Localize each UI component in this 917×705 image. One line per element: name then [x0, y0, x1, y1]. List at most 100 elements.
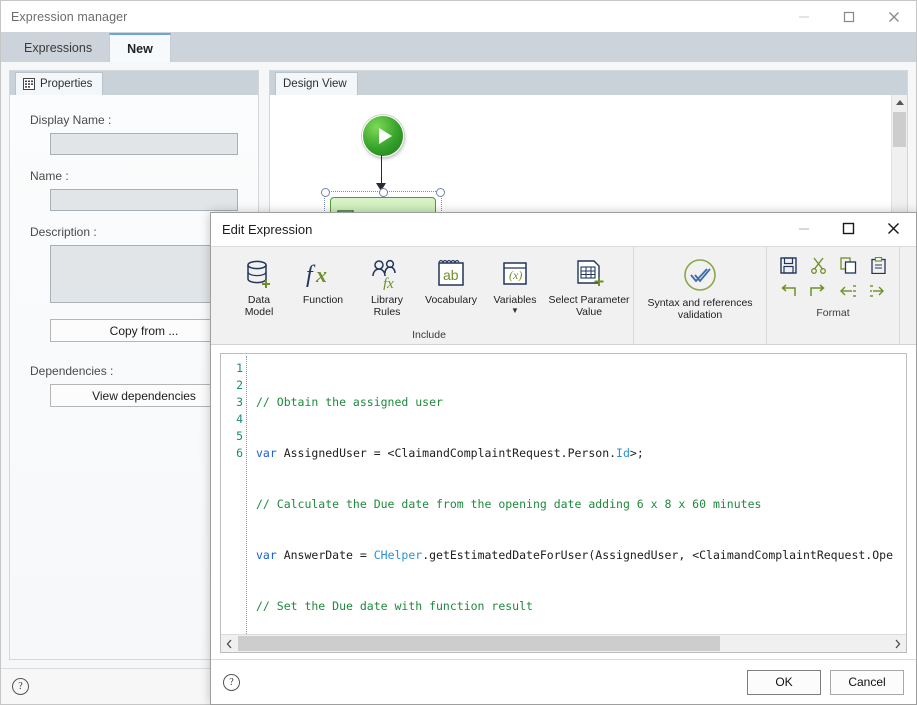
- svg-text:(x): (x): [509, 268, 522, 282]
- display-name-label: Display Name :: [30, 113, 112, 127]
- play-start-icon: [379, 128, 392, 144]
- tab-properties[interactable]: Properties: [15, 72, 104, 95]
- app-root: Expression manager Expressions New Prope…: [0, 0, 917, 705]
- code-segment: CHelper: [373, 548, 423, 562]
- svg-text:f: f: [306, 262, 316, 288]
- help-icon[interactable]: ?: [12, 678, 29, 695]
- function-button[interactable]: f x Function: [291, 254, 355, 306]
- scroll-thumb[interactable]: [238, 636, 720, 651]
- data-model-icon: [242, 254, 276, 294]
- ok-button[interactable]: OK: [747, 669, 821, 695]
- code-segment: // Obtain the assigned user: [256, 395, 443, 409]
- redo-icon: [810, 284, 825, 296]
- cancel-button[interactable]: Cancel: [830, 669, 904, 695]
- code-segment: .getEstimatedDateForUser(AssignedUser, <…: [422, 548, 893, 562]
- line-number: 1: [236, 361, 243, 375]
- resize-handle-nw[interactable]: [321, 188, 330, 197]
- tab-new[interactable]: New: [109, 33, 171, 62]
- dialog-maximize-button[interactable]: [826, 213, 871, 244]
- start-node[interactable]: [362, 115, 404, 157]
- minimize-button[interactable]: [781, 1, 826, 32]
- resize-handle-n[interactable]: [379, 188, 388, 197]
- paste-button[interactable]: [870, 256, 887, 279]
- library-rules-button[interactable]: fx Library Rules: [355, 254, 419, 318]
- dialog-footer: ? OK Cancel: [211, 659, 916, 704]
- dialog-title: Edit Expression: [222, 222, 313, 237]
- syntax-validation-check-icon: [680, 257, 720, 297]
- undo-button[interactable]: [779, 284, 797, 304]
- save-button[interactable]: [779, 257, 797, 279]
- line-number: 4: [236, 412, 243, 426]
- design-view-tabstrip: Design View: [270, 71, 907, 95]
- code-line: var AnswerDate = CHelper.getEstimatedDat…: [256, 547, 906, 564]
- chevron-down-icon[interactable]: ▼: [511, 306, 519, 315]
- cut-button[interactable]: [810, 257, 827, 279]
- tab-expressions[interactable]: Expressions: [7, 33, 110, 62]
- chevron-left-icon: [226, 639, 232, 648]
- vocabulary-label-1: Vocabulary: [425, 294, 477, 306]
- main-window-title: Expression manager: [11, 9, 128, 24]
- line-number-gutter: 1 2 3 4 5 6: [221, 354, 247, 634]
- tab-new-label: New: [127, 41, 153, 56]
- maximize-icon: [842, 222, 855, 235]
- select-parameter-value-label-1: Select Parameter: [548, 294, 630, 306]
- chevron-right-icon: [895, 639, 901, 648]
- gutter-separator: [246, 356, 247, 634]
- code-segment: // Set the Due date with function result: [256, 599, 533, 613]
- maximize-button[interactable]: [826, 1, 871, 32]
- dialog-minimize-button[interactable]: [781, 213, 826, 244]
- undo-icon: [781, 284, 796, 296]
- ribbon-group-include: Data Model f x Function fx Library Rules…: [211, 247, 633, 344]
- editing-buttons: Find And Replace: [908, 247, 916, 329]
- outdent-icon: [840, 285, 856, 297]
- ribbon-group-validation: Syntax and references validation: [633, 247, 766, 344]
- syntax-validation-button[interactable]: Syntax and references validation: [636, 257, 764, 321]
- variables-label-1: Variables: [493, 294, 537, 306]
- resize-handle-ne[interactable]: [436, 188, 445, 197]
- scroll-thumb[interactable]: [893, 112, 906, 147]
- dialog-close-button[interactable]: [871, 213, 916, 244]
- include-buttons: Data Model f x Function fx Library Rules…: [227, 247, 631, 329]
- tab-properties-label: Properties: [40, 78, 93, 90]
- redo-button[interactable]: [809, 284, 827, 304]
- line-number: 3: [236, 395, 243, 409]
- copy-button[interactable]: [839, 257, 857, 279]
- tab-design-view[interactable]: Design View: [275, 72, 358, 95]
- indent-button[interactable]: [869, 284, 887, 304]
- name-input[interactable]: [50, 189, 238, 211]
- select-parameter-value-label-2: Value: [575, 306, 603, 318]
- find-and-replace-button[interactable]: Find And Replace: [908, 254, 916, 318]
- select-parameter-value-button[interactable]: Select Parameter Value: [547, 254, 631, 318]
- outdent-button[interactable]: [839, 284, 857, 304]
- minimize-icon: [798, 227, 809, 230]
- format-group-label: Format: [816, 307, 850, 319]
- maximize-icon: [843, 11, 854, 22]
- line-number: 2: [236, 378, 243, 392]
- scroll-right-button[interactable]: [889, 635, 906, 652]
- scroll-left-button[interactable]: [221, 635, 238, 652]
- close-button[interactable]: [871, 1, 916, 32]
- dialog-help-icon[interactable]: ?: [223, 673, 240, 691]
- editing-group-label: Editing: [908, 329, 916, 344]
- scroll-track[interactable]: [238, 635, 889, 652]
- name-label: Name :: [30, 169, 69, 183]
- library-rules-icon: fx: [369, 254, 405, 294]
- vocabulary-button[interactable]: ab Vocabulary: [419, 254, 483, 306]
- display-name-input[interactable]: [50, 133, 238, 155]
- code-segment: Id: [616, 446, 630, 460]
- code-area[interactable]: 1 2 3 4 5 6 // Obtain the assigned user …: [221, 354, 906, 634]
- data-model-button[interactable]: Data Model: [227, 254, 291, 318]
- function-label-1: Function: [302, 294, 344, 306]
- line-number: 5: [236, 429, 243, 443]
- variables-button[interactable]: (x) Variables ▼: [483, 254, 547, 315]
- code-text[interactable]: // Obtain the assigned user var Assigned…: [247, 354, 906, 634]
- main-window-controls: [781, 1, 916, 32]
- variables-x-icon: (x): [498, 254, 532, 294]
- editor-horizontal-scrollbar[interactable]: [221, 634, 906, 652]
- code-line: // Calculate the Due date from the openi…: [256, 496, 906, 513]
- scroll-up-button[interactable]: [892, 95, 907, 110]
- data-model-label-2: Model: [244, 306, 274, 318]
- main-tabbar: Expressions New: [1, 32, 916, 62]
- syntax-validation-label-2: validation: [677, 309, 723, 321]
- code-segment: // Calculate the Due date from the openi…: [256, 497, 762, 511]
